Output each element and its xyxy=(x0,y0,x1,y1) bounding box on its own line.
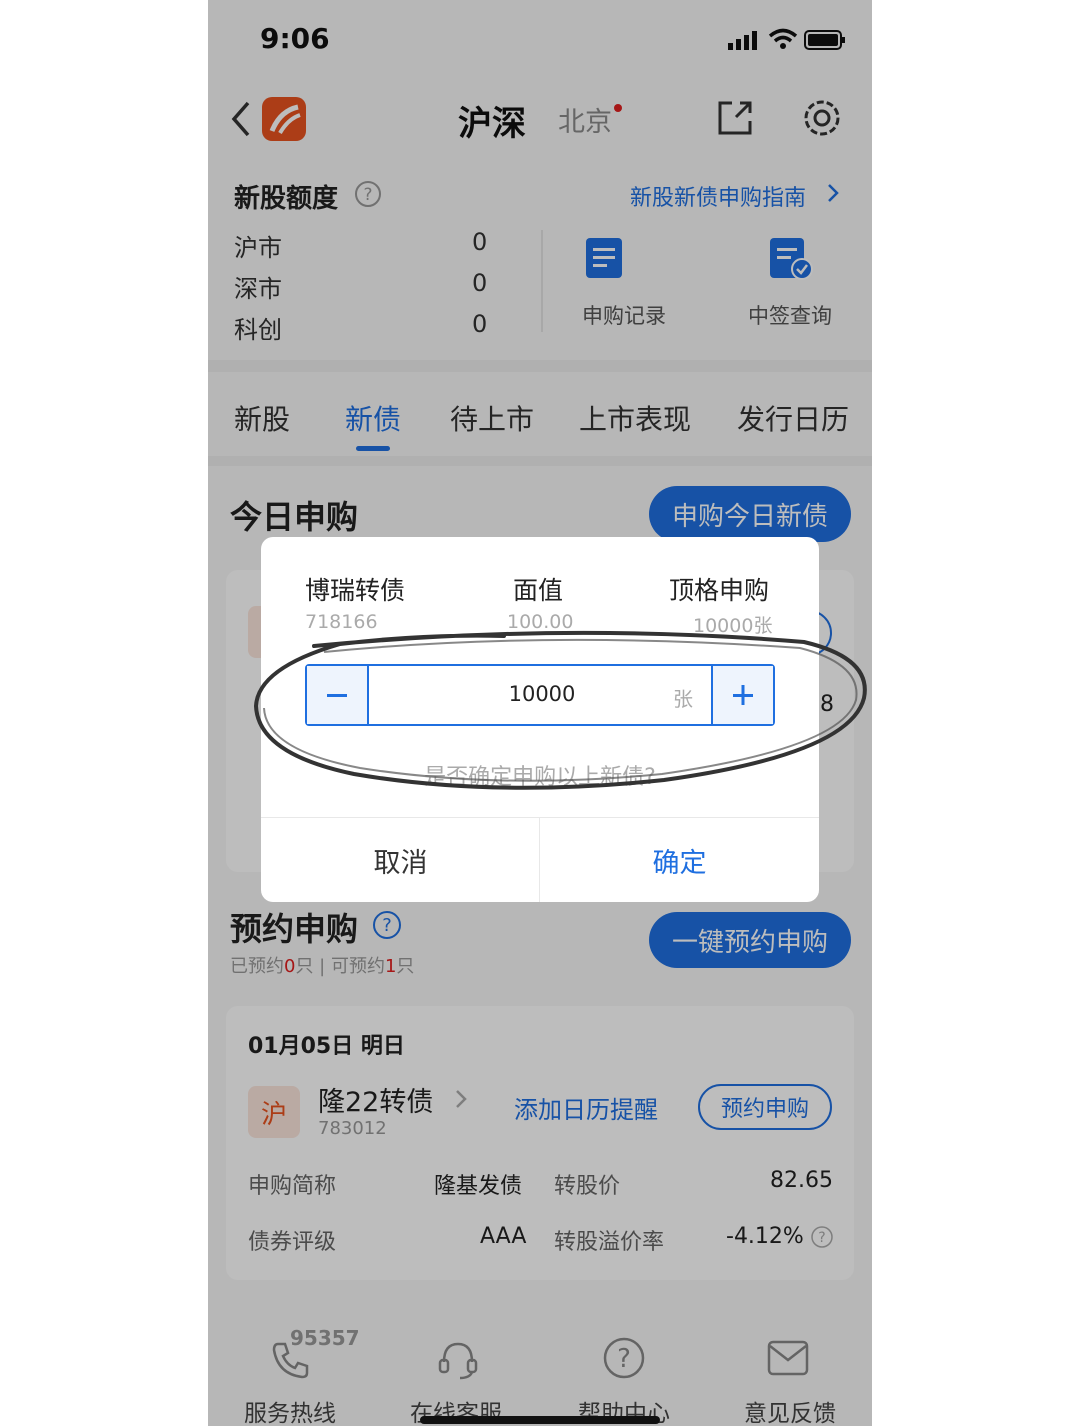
phone-screen: 9:06 沪深 北京 新股额度 ? 新股新债申购指南 沪市 0 深市 0 科创 … xyxy=(208,0,872,1426)
dialog-face-value-label: 面值 xyxy=(513,576,564,605)
dialog-bond-name: 博瑞转债 xyxy=(305,576,406,605)
cancel-button[interactable]: 取消 xyxy=(261,818,540,902)
home-indicator xyxy=(420,1416,660,1424)
confirm-button[interactable]: 确定 xyxy=(540,818,819,902)
dialog-max-label: 顶格申购 xyxy=(669,576,770,605)
hand-drawn-circle xyxy=(244,628,872,798)
